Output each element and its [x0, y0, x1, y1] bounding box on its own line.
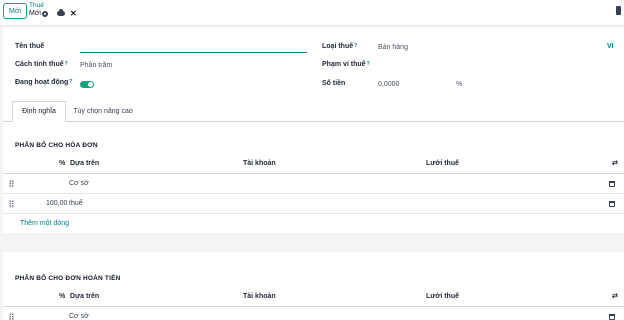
- column-tax-grid: Lưới thuế: [426, 160, 459, 167]
- drag-handle-icon[interactable]: [9, 200, 14, 207]
- computation-label: Cách tính thuế?: [15, 61, 68, 68]
- column-percent: %: [59, 293, 66, 300]
- refund-table-header: % Dựa trên Tài khoản Lưới thuế ⇄: [3, 287, 624, 307]
- table-footer-band: [3, 233, 624, 252]
- tab-advanced-options[interactable]: Tùy chọn nâng cao: [67, 101, 139, 122]
- column-tax-grid: Lưới thuế: [426, 293, 459, 300]
- tax-name-label: Tên thuế: [15, 43, 45, 50]
- column-account: Tài khoản: [243, 293, 276, 300]
- refund-section-title: PHÂN BỔ CHO ĐƠN HOÀN TIỀN: [15, 275, 121, 282]
- drag-handle-icon[interactable]: [9, 180, 14, 187]
- chatter-toggle-icon[interactable]: [616, 6, 621, 15]
- form-sheet: Tên thuế Loại thuế? Bán hàng VI Cách tín…: [3, 28, 624, 320]
- computation-select[interactable]: Phần trăm: [80, 62, 112, 69]
- close-icon[interactable]: ✕: [70, 9, 77, 18]
- column-account: Tài khoản: [243, 160, 276, 167]
- active-label: Đang hoạt động?: [15, 79, 73, 86]
- column-percent: %: [59, 160, 66, 167]
- trash-icon[interactable]: [609, 201, 615, 207]
- amount-label: Số tiền: [322, 80, 346, 87]
- new-button[interactable]: Mới: [3, 3, 27, 19]
- row-based-on[interactable]: thuế: [69, 200, 83, 207]
- amount-unit: %: [456, 81, 463, 88]
- row-percent[interactable]: 100,00: [46, 200, 67, 207]
- add-line-link[interactable]: Thêm một dòng: [20, 220, 69, 227]
- row-based-on[interactable]: Cơ sở: [69, 180, 89, 187]
- breadcrumb-current: Mới: [29, 10, 41, 17]
- language-button[interactable]: VI: [607, 43, 614, 50]
- breadcrumb-parent[interactable]: Thuế: [29, 2, 44, 9]
- tax-type-label: Loại thuế?: [322, 43, 358, 50]
- tax-type-select[interactable]: Bán hàng: [378, 44, 408, 51]
- active-toggle[interactable]: [80, 81, 94, 88]
- column-based-on: Dựa trên: [70, 293, 100, 300]
- swap-icon[interactable]: ⇄: [612, 292, 618, 300]
- swap-icon[interactable]: ⇄: [612, 159, 618, 167]
- control-panel: Mới Thuế Mới ✕: [0, 0, 624, 26]
- tax-name-input[interactable]: [80, 52, 307, 53]
- amount-input[interactable]: 0,0000: [378, 81, 399, 88]
- trash-icon[interactable]: [609, 314, 615, 320]
- trash-icon[interactable]: [609, 181, 615, 187]
- column-based-on: Dựa trên: [70, 160, 100, 167]
- table-row[interactable]: Cơ sở: [3, 174, 624, 194]
- drag-handle-icon[interactable]: [9, 313, 14, 320]
- table-row[interactable]: 100,00 thuế: [3, 194, 624, 214]
- tab-definition[interactable]: Định nghĩa: [12, 101, 66, 122]
- cloud-upload-icon[interactable]: [57, 9, 65, 16]
- invoice-section-title: PHÂN BỔ CHO HÓA ĐƠN: [15, 142, 98, 149]
- gear-icon[interactable]: [42, 11, 48, 17]
- invoice-table-header: % Dựa trên Tài khoản Lưới thuế ⇄: [3, 154, 624, 174]
- tax-scope-label: Phạm vi thuế?: [322, 61, 370, 68]
- table-row[interactable]: Cơ sở: [3, 307, 624, 320]
- row-based-on[interactable]: Cơ sở: [69, 313, 89, 320]
